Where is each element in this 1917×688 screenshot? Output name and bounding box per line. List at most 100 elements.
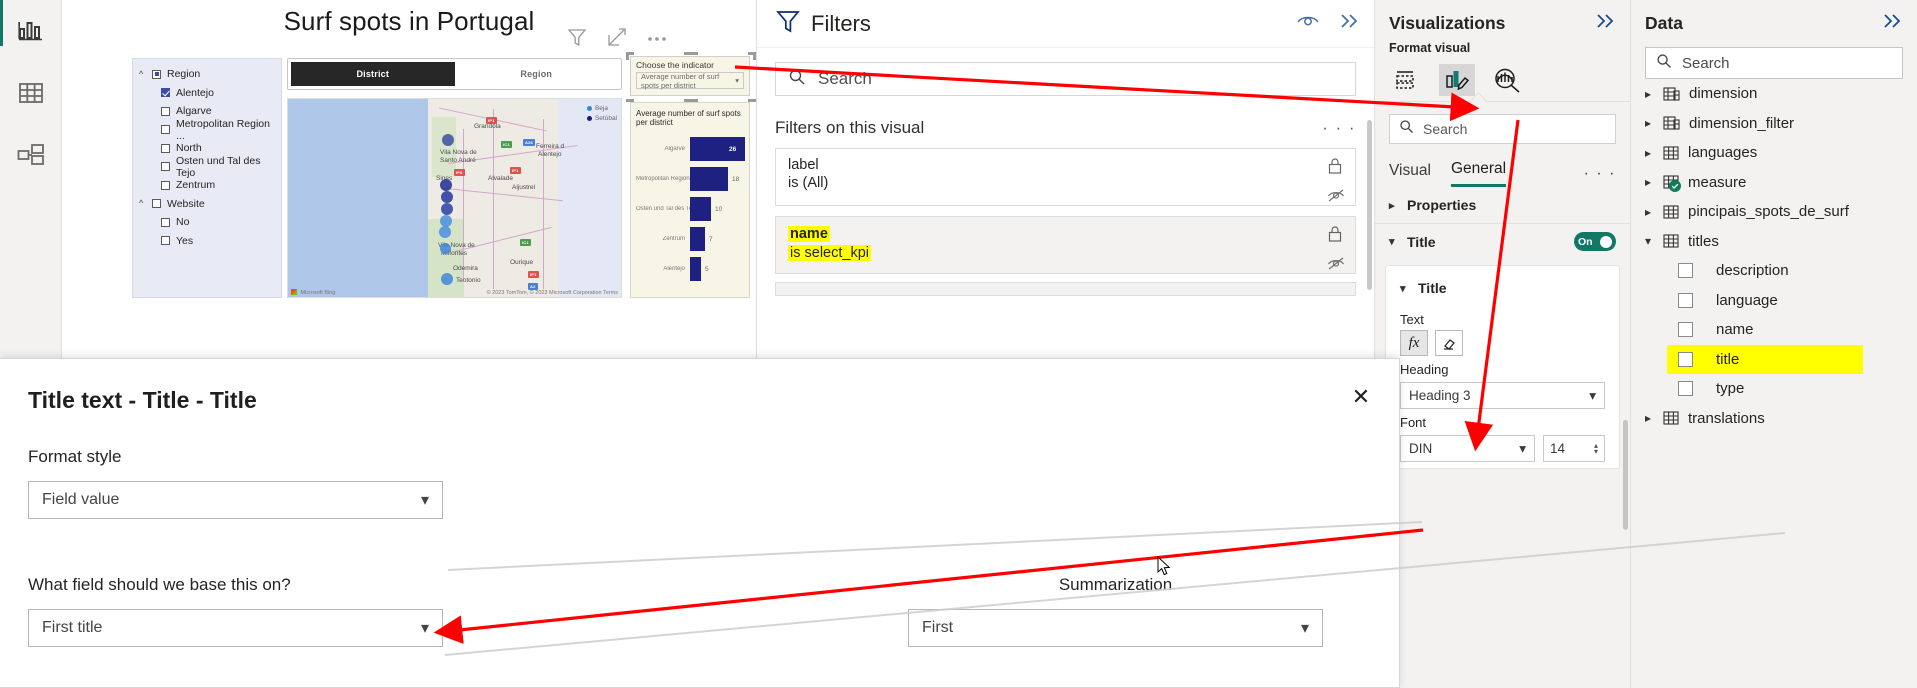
bar-row[interactable]: Algarve 26 bbox=[636, 135, 745, 163]
hide-eye-icon[interactable] bbox=[1327, 188, 1345, 209]
chevron-down-icon[interactable]: ▾ bbox=[1301, 618, 1309, 638]
toggle-option-region[interactable]: Region bbox=[454, 62, 618, 86]
data-field-title[interactable]: title bbox=[1667, 344, 1863, 374]
lock-icon[interactable] bbox=[1327, 157, 1345, 180]
bar[interactable] bbox=[690, 167, 728, 191]
data-table-pincipais-spots-de-surf[interactable]: ▸ pincipais_spots_de_surf bbox=[1631, 197, 1917, 227]
data-table-measure[interactable]: ▸ measure bbox=[1631, 168, 1917, 198]
chevron-down-icon[interactable]: ▾ bbox=[1389, 235, 1399, 248]
chevron-right-icon[interactable]: ▸ bbox=[1645, 146, 1663, 160]
slicer-item-alentejo[interactable]: Alentejo bbox=[139, 84, 275, 103]
font-size-stepper[interactable]: 14 ▴ ▾ bbox=[1543, 435, 1605, 462]
slicer-item-yes[interactable]: Yes bbox=[139, 232, 275, 251]
model-view-button[interactable] bbox=[0, 124, 62, 186]
slicer-group-region[interactable]: ^ Region bbox=[139, 65, 275, 84]
funnel-icon[interactable] bbox=[566, 26, 588, 53]
map-data-point[interactable] bbox=[441, 203, 453, 215]
bar-row[interactable]: Osten und Tal des Tejo 10 bbox=[636, 195, 744, 223]
table-view-button[interactable] bbox=[0, 62, 62, 124]
slicer-checkbox[interactable] bbox=[161, 125, 170, 135]
slicer-checkbox[interactable] bbox=[161, 236, 170, 246]
summarization-select[interactable]: First ▾ bbox=[908, 609, 1323, 647]
chevron-down-icon[interactable]: ▾ bbox=[1645, 234, 1663, 248]
data-table-languages[interactable]: ▸ languages bbox=[1631, 138, 1917, 168]
slicer-checkbox[interactable] bbox=[161, 88, 170, 98]
data-field-language[interactable]: language bbox=[1631, 286, 1917, 316]
fx-button[interactable]: fx bbox=[1400, 330, 1428, 356]
filters-pane-scrollbar[interactable] bbox=[1367, 120, 1372, 290]
slicer-checkbox[interactable] bbox=[152, 199, 161, 209]
district-region-toggle-slicer[interactable]: District Region bbox=[287, 58, 622, 90]
more-options-icon[interactable]: · · · bbox=[1322, 118, 1356, 138]
slicer-item-metropolitan[interactable]: Metropolitan Region ... bbox=[139, 118, 275, 142]
chevron-right-icon[interactable]: ▸ bbox=[1645, 116, 1663, 130]
map-data-point[interactable] bbox=[441, 191, 453, 203]
bar[interactable] bbox=[690, 257, 701, 281]
eye-icon[interactable] bbox=[1296, 12, 1320, 35]
map-visual[interactable]: IP1 IC1 A26 IP8 IP1 IC1 IP1 A2 Grandola … bbox=[287, 98, 622, 298]
chevron-right-icon[interactable]: ▸ bbox=[1645, 411, 1663, 425]
field-checkbox[interactable] bbox=[1678, 263, 1693, 279]
data-table-translations[interactable]: ▸ translations bbox=[1631, 404, 1917, 434]
slicer-checkbox[interactable] bbox=[161, 106, 170, 116]
font-family-select[interactable]: DIN ▾ bbox=[1400, 435, 1535, 462]
bar-row[interactable]: Alentejo 5 bbox=[636, 255, 744, 283]
chevron-right-icon[interactable]: ▸ bbox=[1645, 205, 1663, 219]
chevron-down-icon[interactable]: ▾ bbox=[421, 618, 429, 638]
focus-mode-icon[interactable] bbox=[606, 26, 628, 53]
chevron-double-right-icon[interactable] bbox=[1594, 12, 1616, 35]
more-options-icon[interactable]: · · · bbox=[1584, 165, 1616, 183]
slicer-checkbox[interactable] bbox=[161, 217, 170, 227]
analytics-magnifier-icon[interactable] bbox=[1489, 64, 1525, 96]
slicer-checkbox[interactable] bbox=[152, 69, 161, 79]
map-data-point[interactable] bbox=[442, 134, 454, 146]
field-checkbox[interactable] bbox=[1678, 351, 1693, 367]
build-visual-icon[interactable] bbox=[1389, 64, 1425, 96]
chevron-up-icon[interactable]: ^ bbox=[139, 69, 152, 79]
section-title-toggle[interactable]: ▾ Title On bbox=[1375, 223, 1630, 259]
region-website-slicer[interactable]: ^ Region Alentejo Algarve Metropolitan R… bbox=[132, 58, 282, 298]
bar[interactable] bbox=[690, 197, 711, 221]
data-search-input[interactable]: Search bbox=[1645, 47, 1903, 79]
data-table-dimension[interactable]: ▸ dimension bbox=[1631, 79, 1917, 109]
map-data-point[interactable] bbox=[440, 243, 451, 254]
map-data-point[interactable] bbox=[441, 273, 453, 285]
slicer-group-website[interactable]: ^ Website bbox=[139, 195, 275, 214]
more-options-icon[interactable] bbox=[646, 31, 668, 49]
tab-visual[interactable]: Visual bbox=[1389, 162, 1431, 186]
chevron-right-icon[interactable]: ▸ bbox=[1389, 199, 1399, 212]
field-checkbox[interactable] bbox=[1678, 381, 1693, 397]
tab-general[interactable]: General bbox=[1450, 160, 1507, 187]
bar-row[interactable]: Zentrum 7 bbox=[636, 225, 744, 253]
slicer-item-osten[interactable]: Osten und Tal des Tejo bbox=[139, 155, 275, 179]
format-style-select[interactable]: Field value ▾ bbox=[28, 481, 443, 519]
toggle-option-district[interactable]: District bbox=[291, 62, 455, 86]
eraser-icon[interactable] bbox=[1435, 330, 1463, 356]
chevron-double-right-icon[interactable] bbox=[1338, 12, 1360, 35]
chevron-down-icon[interactable]: ▾ bbox=[1519, 441, 1526, 457]
format-visual-paintbrush-icon[interactable] bbox=[1439, 64, 1475, 96]
slicer-checkbox[interactable] bbox=[161, 162, 170, 172]
title-toggle-switch[interactable]: On bbox=[1574, 232, 1616, 251]
stepper-arrows-icon[interactable]: ▴ ▾ bbox=[1594, 441, 1598, 455]
data-table-dimension-filter[interactable]: ▸ dimension_filter bbox=[1631, 109, 1917, 139]
chevron-down-icon[interactable]: ▾ bbox=[1400, 282, 1410, 295]
map-data-point[interactable] bbox=[440, 179, 452, 191]
field-checkbox[interactable] bbox=[1678, 292, 1693, 308]
chevron-down-icon[interactable]: ▾ bbox=[1589, 388, 1596, 404]
chevron-up-icon[interactable]: ^ bbox=[139, 199, 152, 208]
filters-search-input[interactable]: Search bbox=[775, 62, 1356, 96]
slicer-item-zentrum[interactable]: Zentrum bbox=[139, 176, 275, 195]
slicer-checkbox[interactable] bbox=[161, 180, 170, 190]
data-field-name[interactable]: name bbox=[1631, 315, 1917, 345]
lock-icon[interactable] bbox=[1327, 225, 1345, 248]
indicator-dropdown-slicer[interactable]: Choose the indicator Average number of s… bbox=[626, 52, 756, 102]
chevron-double-right-icon[interactable] bbox=[1881, 12, 1903, 35]
close-icon[interactable]: ✕ bbox=[1345, 381, 1377, 413]
viz-pane-scrollbar[interactable] bbox=[1623, 420, 1628, 530]
section-properties[interactable]: ▸ Properties bbox=[1375, 187, 1630, 223]
data-table-titles[interactable]: ▾ titles bbox=[1631, 227, 1917, 257]
slicer-checkbox[interactable] bbox=[161, 143, 170, 153]
bar[interactable] bbox=[690, 227, 705, 251]
data-field-type[interactable]: type bbox=[1631, 374, 1917, 404]
